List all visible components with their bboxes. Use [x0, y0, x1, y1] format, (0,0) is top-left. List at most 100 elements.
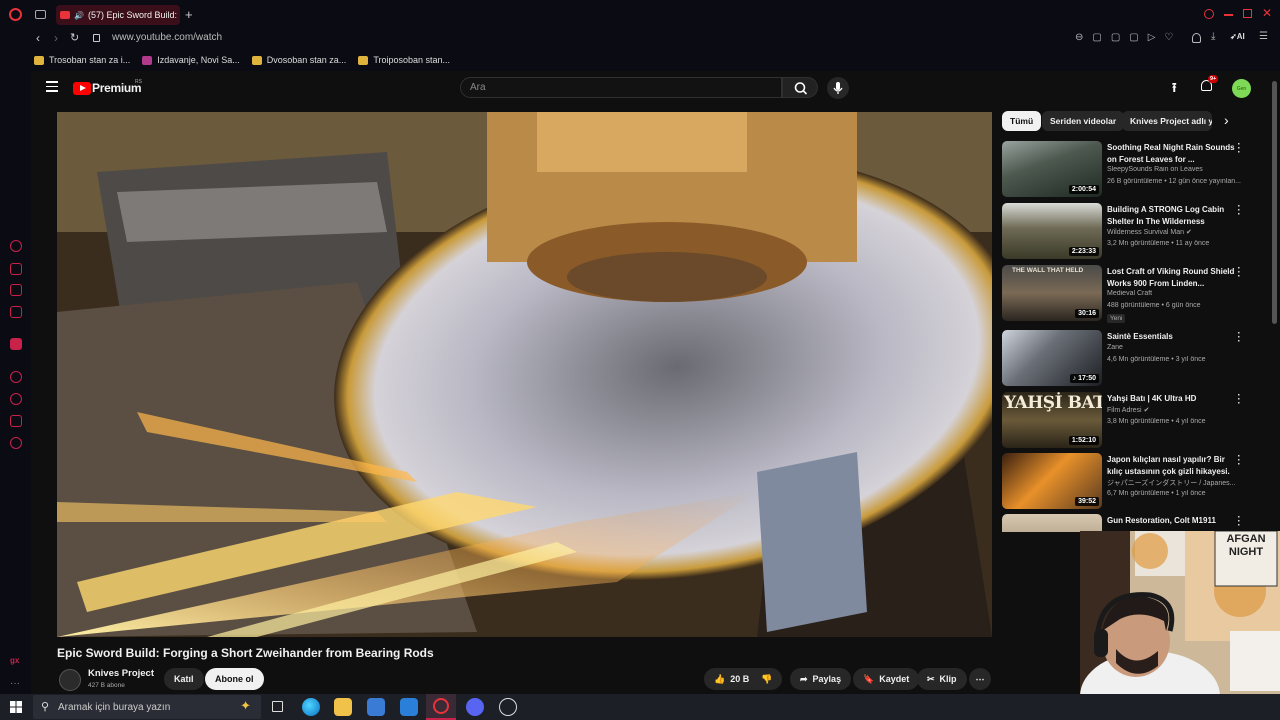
logo-text[interactable]: Premium: [92, 81, 142, 95]
masthead: Premium RS Ara ⭱ 9+ Gen: [31, 71, 1280, 107]
url-field[interactable]: www.youtube.com/watch: [112, 32, 412, 43]
history-icon[interactable]: [10, 393, 22, 405]
related-video[interactable]: 2:00:54 Soothing Real Night Rain Sounds …: [1002, 140, 1272, 199]
related-video[interactable]: THE WALL THAT HELD 30:16 Lost Craft of V…: [1002, 264, 1272, 323]
more-actions-button[interactable]: ⋯: [969, 668, 991, 690]
search-icon: ⚲: [41, 701, 50, 713]
channel-name[interactable]: Knives Project: [88, 668, 154, 679]
taskbar-search-input[interactable]: ⚲ Aramak için buraya yazın ✦: [33, 695, 261, 719]
more-options-icon[interactable]: · · ·: [1234, 514, 1244, 531]
related-title: Yahşi Batı | 4K Ultra HD: [1107, 394, 1197, 403]
steam-icon[interactable]: [499, 698, 517, 716]
join-button[interactable]: Katıl: [164, 668, 204, 690]
video-thumbnail[interactable]: YAHŞİ BATI 1:52:10: [1002, 392, 1102, 448]
related-video[interactable]: YAHŞİ BATI 1:52:10 Yahşi Batı | 4K Ultra…: [1002, 391, 1272, 450]
minimize-button[interactable]: [1224, 14, 1233, 16]
related-video[interactable]: ♪ 17:50 Saintè Essentials Zane 4,6 Mn gö…: [1002, 329, 1272, 388]
share-button[interactable]: ➦ Paylaş: [790, 668, 852, 690]
video-thumbnail[interactable]: 39:52: [1002, 453, 1102, 509]
video-thumbnail[interactable]: [1002, 514, 1102, 532]
menu-icon[interactable]: ☰: [1259, 31, 1268, 42]
extensions-icon[interactable]: [10, 415, 22, 427]
search-button[interactable]: [782, 77, 818, 98]
related-meta: 3,8 Mn görüntüleme • 4 yıl önce: [1107, 418, 1206, 425]
reload-icon[interactable]: ↻: [70, 31, 79, 44]
subscribe-button[interactable]: Abone ol: [205, 668, 264, 690]
chip-next-icon[interactable]: ›: [1224, 112, 1229, 128]
hamburger-menu-icon[interactable]: [46, 81, 58, 92]
video-thumbnail[interactable]: 2:00:54: [1002, 141, 1102, 197]
opera-menu-icon[interactable]: [9, 8, 22, 21]
video-thumbnail[interactable]: ♪ 17:50: [1002, 330, 1102, 386]
file-explorer-icon[interactable]: [334, 698, 352, 716]
more-options-icon[interactable]: · · ·: [1234, 391, 1244, 409]
video-player[interactable]: [57, 112, 992, 637]
like-button[interactable]: 👍 20 B: [704, 668, 754, 690]
windows-start-icon[interactable]: [10, 701, 22, 713]
bookmark-item[interactable]: Trosoban stan za i...: [34, 55, 130, 65]
thumbs-up-icon: 👍: [714, 673, 726, 684]
ai-label: AI: [1236, 32, 1245, 41]
clip-button[interactable]: ✂ Klip: [917, 668, 967, 690]
upload-icon[interactable]: ⭱: [1172, 79, 1177, 101]
discord-icon[interactable]: [466, 698, 484, 716]
chip-all[interactable]: Tümü: [1002, 111, 1042, 131]
active-tab[interactable]: 🔊 (57) Epic Sword Build:: [56, 5, 180, 25]
chip-channel[interactable]: Knives Project adlı yü: [1122, 111, 1212, 131]
related-title: Gun Restoration, Colt M1911: [1107, 516, 1216, 525]
download-icon[interactable]: ⤓: [1211, 31, 1215, 42]
speaker-icon: 🔊: [74, 10, 84, 20]
channel-avatar[interactable]: [59, 669, 81, 691]
news-icon[interactable]: [10, 284, 22, 296]
task-view-icon[interactable]: [272, 701, 283, 712]
thumbnail-text: YAHŞİ BATI: [1004, 393, 1102, 413]
back-icon[interactable]: ‹: [36, 31, 40, 45]
voice-search-button[interactable]: [827, 77, 849, 99]
video-frame: [57, 112, 992, 637]
close-window-button[interactable]: ✕: [1262, 6, 1272, 20]
player-icon[interactable]: [10, 371, 22, 383]
mail-icon[interactable]: [400, 698, 418, 716]
profile-icon[interactable]: [1192, 33, 1201, 43]
ai-button[interactable]: ➶AI: [1230, 32, 1245, 41]
maximize-button[interactable]: [1243, 9, 1252, 18]
scrollbar[interactable]: [1272, 81, 1277, 324]
edge-icon[interactable]: [302, 698, 320, 716]
more-options-icon[interactable]: · · ·: [1234, 140, 1244, 158]
twitch-icon[interactable]: [10, 338, 22, 350]
wallet-icon[interactable]: [10, 263, 22, 275]
bookmark-label: Trosoban stan za i...: [49, 55, 131, 65]
save-button[interactable]: 🔖 Kaydet: [853, 668, 920, 690]
dislike-button[interactable]: 👎: [754, 668, 782, 690]
chip-series[interactable]: Seriden videolar: [1042, 111, 1125, 131]
forward-icon[interactable]: ›: [54, 31, 58, 45]
messenger-icon[interactable]: [10, 306, 22, 318]
related-video[interactable]: Gun Restoration, Colt M1911 · · ·: [1002, 514, 1272, 532]
aria-icon[interactable]: [10, 240, 22, 252]
related-video[interactable]: 2:23:33 Building A STRONG Log Cabin Shel…: [1002, 202, 1272, 261]
related-channel: SleepySounds Rain on Leaves: [1107, 166, 1203, 173]
store-icon[interactable]: [367, 698, 385, 716]
related-meta: 6,7 Mn görüntüleme • 1 yıl önce: [1107, 490, 1206, 497]
video-thumbnail[interactable]: THE WALL THAT HELD 30:16: [1002, 265, 1102, 321]
bookmark-item[interactable]: Izdavanje, Novi Sa...: [142, 55, 240, 65]
toolbar-icons[interactable]: ⊖▢▢▢▷♡: [1075, 32, 1182, 43]
bookmarks-bar: Trosoban stan za i... Izdavanje, Novi Sa…: [0, 49, 1280, 71]
more-icon[interactable]: ···: [10, 678, 20, 689]
search-input[interactable]: Ara: [460, 77, 782, 98]
more-options-icon[interactable]: · · ·: [1234, 452, 1244, 470]
more-options-icon[interactable]: · · ·: [1234, 264, 1244, 282]
bookmark-item[interactable]: Troiposoban stan...: [358, 55, 450, 65]
avatar[interactable]: Gen: [1232, 79, 1251, 98]
bookmark-item[interactable]: Dvosoban stan za...: [251, 55, 346, 65]
search-tabs-icon[interactable]: [1204, 9, 1214, 19]
more-options-icon[interactable]: · · ·: [1234, 202, 1244, 220]
related-video[interactable]: 39:52 Japon kılıçları nasıl yapılır? Bir…: [1002, 452, 1272, 511]
subscriber-count: 427 B abone: [88, 682, 125, 689]
new-tab-button[interactable]: +: [185, 7, 193, 22]
more-options-icon[interactable]: · · ·: [1234, 329, 1244, 347]
youtube-logo-icon[interactable]: [73, 82, 91, 95]
workspaces-icon[interactable]: [35, 10, 46, 19]
video-thumbnail[interactable]: 2:23:33: [1002, 203, 1102, 259]
settings-icon[interactable]: [10, 437, 22, 449]
